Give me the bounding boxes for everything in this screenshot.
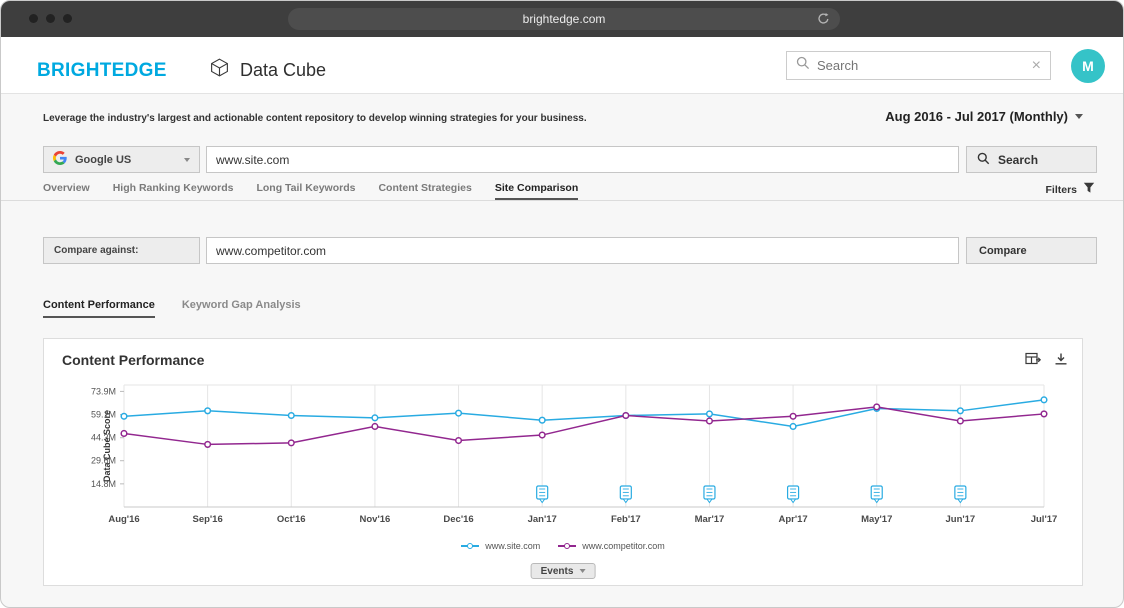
titlebar: brightedge.com <box>1 1 1123 37</box>
brightedge-logo: BRIGHTEDGE <box>37 60 167 82</box>
product-header: Data Cube <box>209 57 326 83</box>
reload-icon[interactable] <box>817 12 830 28</box>
tab-long-tail-keywords[interactable]: Long Tail Keywords <box>256 180 355 200</box>
compare-against-label: Compare against: <box>43 237 200 264</box>
google-icon <box>53 151 67 168</box>
svg-text:Sep'16: Sep'16 <box>193 514 223 525</box>
date-range-label: Aug 2016 - Jul 2017 (Monthly) <box>885 109 1068 124</box>
filters-button[interactable]: Filters <box>1045 182 1095 197</box>
svg-text:29.6M: 29.6M <box>91 456 116 466</box>
tab-site-comparison[interactable]: Site Comparison <box>495 180 578 200</box>
legend-marker <box>461 545 479 547</box>
svg-text:14.8M: 14.8M <box>91 479 116 489</box>
svg-text:59.1M: 59.1M <box>91 410 116 420</box>
svg-text:Oct'16: Oct'16 <box>277 514 306 525</box>
legend-dot-icon <box>564 543 570 549</box>
chevron-down-icon <box>184 158 190 162</box>
svg-text:73.9M: 73.9M <box>91 386 116 396</box>
search-button[interactable]: Search <box>966 146 1097 173</box>
svg-text:Jun'17: Jun'17 <box>946 514 976 525</box>
url-text: brightedge.com <box>523 12 606 26</box>
search-icon <box>796 56 810 75</box>
browser-window: brightedge.com BRIGHTEDGE Data Cube × M … <box>0 0 1124 608</box>
content-performance-card: Content Performance Data Cube Score Aug'… <box>43 338 1083 586</box>
svg-text:Dec'16: Dec'16 <box>443 514 473 525</box>
legend-item-site[interactable]: www.site.com <box>461 541 540 551</box>
svg-text:Aug'16: Aug'16 <box>108 514 139 525</box>
legend-marker <box>558 545 576 547</box>
events-button-label: Events <box>541 566 574 577</box>
svg-text:Apr'17: Apr'17 <box>778 514 807 525</box>
svg-text:Nov'16: Nov'16 <box>360 514 391 525</box>
window-close-icon[interactable] <box>29 14 38 23</box>
card-title: Content Performance <box>62 352 204 368</box>
card-actions <box>1025 351 1068 371</box>
header-search[interactable]: × <box>786 51 1051 80</box>
subtab-content-performance[interactable]: Content Performance <box>43 299 155 318</box>
competitor-url-input[interactable] <box>206 237 959 264</box>
legend-dot-icon <box>467 543 473 549</box>
events-button[interactable]: Events <box>531 563 596 579</box>
tab-content-strategies[interactable]: Content Strategies <box>378 180 471 200</box>
subtab-list: Content Performance Keyword Gap Analysis <box>43 299 301 318</box>
tab-overview[interactable]: Overview <box>43 180 90 200</box>
tagline: Leverage the industry's largest and acti… <box>43 113 587 124</box>
engine-dropdown[interactable]: Google US <box>43 146 200 173</box>
date-range-selector[interactable]: Aug 2016 - Jul 2017 (Monthly) <box>885 109 1083 124</box>
clear-search-icon[interactable]: × <box>1032 58 1041 74</box>
svg-text:Feb'17: Feb'17 <box>611 514 641 525</box>
svg-text:Jul'17: Jul'17 <box>1031 514 1058 525</box>
export-table-icon[interactable] <box>1025 351 1041 371</box>
page-title: Data Cube <box>240 60 326 81</box>
window-zoom-icon[interactable] <box>63 14 72 23</box>
window-control-dots[interactable] <box>29 14 72 23</box>
chevron-down-icon <box>1075 114 1083 119</box>
svg-text:44.3M: 44.3M <box>91 433 116 443</box>
subtab-keyword-gap-analysis[interactable]: Keyword Gap Analysis <box>182 299 301 318</box>
download-icon[interactable] <box>1054 352 1068 371</box>
chevron-down-icon <box>579 569 585 573</box>
header-search-input[interactable] <box>817 58 1025 73</box>
data-cube-icon <box>209 57 230 83</box>
svg-text:May'17: May'17 <box>861 514 892 525</box>
legend-item-competitor[interactable]: www.competitor.com <box>558 541 665 551</box>
svg-text:Mar'17: Mar'17 <box>695 514 725 525</box>
chart-legend: www.site.com www.competitor.com <box>44 541 1082 551</box>
content-performance-chart[interactable]: Aug'16 Sep'16 Oct'16 Nov'16 Dec'16 Jan'17 Feb'… <box>44 379 1084 541</box>
url-bar[interactable]: brightedge.com <box>288 8 840 30</box>
tab-high-ranking-keywords[interactable]: High Ranking Keywords <box>113 180 234 200</box>
legend-label: www.site.com <box>485 541 540 551</box>
engine-label: Google US <box>75 154 131 166</box>
site-url-input[interactable] <box>206 146 959 173</box>
filter-icon <box>1083 182 1095 197</box>
tab-list: Overview High Ranking Keywords Long Tail… <box>43 180 578 200</box>
legend-label: www.competitor.com <box>582 541 665 551</box>
user-avatar[interactable]: M <box>1071 49 1105 83</box>
compare-button[interactable]: Compare <box>966 237 1097 264</box>
window-minimize-icon[interactable] <box>46 14 55 23</box>
app-header: BRIGHTEDGE Data Cube × M <box>1 37 1123 94</box>
search-icon <box>977 152 990 168</box>
search-button-label: Search <box>998 153 1038 167</box>
svg-text:Jan'17: Jan'17 <box>528 514 557 525</box>
filters-label: Filters <box>1045 184 1077 196</box>
tabs-row: Overview High Ranking Keywords Long Tail… <box>1 180 1123 201</box>
